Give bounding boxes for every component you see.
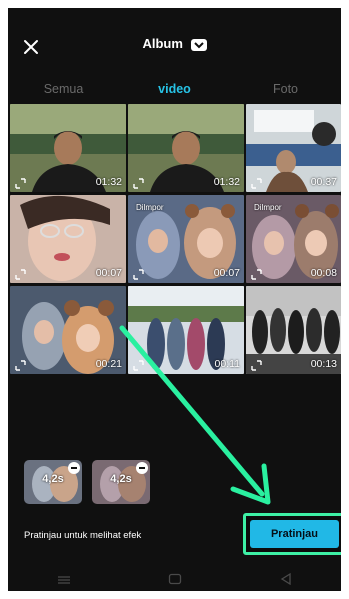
- video-thumbnail[interactable]: Dilmpor 00:08: [246, 195, 341, 283]
- menu-icon[interactable]: [57, 572, 71, 590]
- imported-tag: Dilmpor: [136, 203, 164, 212]
- video-duration: 00:08: [310, 267, 337, 279]
- home-icon[interactable]: [168, 572, 182, 590]
- preview-highlight: Pratinjau: [243, 513, 341, 555]
- clip-length: 4,2s: [42, 473, 64, 485]
- remove-icon[interactable]: [68, 462, 80, 474]
- expand-icon[interactable]: [15, 267, 26, 280]
- expand-icon[interactable]: [15, 176, 26, 189]
- video-duration: 00:11: [214, 358, 241, 370]
- expand-icon[interactable]: [251, 267, 262, 280]
- tab-semua[interactable]: Semua: [8, 74, 119, 104]
- video-duration: 01:32: [95, 176, 122, 188]
- video-thumbnail[interactable]: Dilmpor 00:07: [128, 195, 244, 283]
- phone-screen: Album Semua video Foto 01:32 01:32 00:37…: [8, 8, 341, 591]
- preview-hint: Pratinjau untuk melihat efek: [24, 530, 142, 541]
- preview-button[interactable]: Pratinjau: [250, 520, 339, 548]
- video-thumbnail[interactable]: 01:32: [10, 104, 126, 192]
- chevron-down-icon: [190, 38, 207, 51]
- video-duration: 00:07: [213, 267, 240, 279]
- video-duration: 00:07: [95, 267, 122, 279]
- expand-icon[interactable]: [133, 267, 144, 280]
- tab-foto[interactable]: Foto: [230, 74, 341, 104]
- clip-length: 4,2s: [110, 473, 132, 485]
- selected-clip[interactable]: 4,2s: [92, 460, 150, 504]
- album-selector[interactable]: Album: [8, 36, 341, 51]
- media-tabs: Semua video Foto: [8, 74, 341, 104]
- video-thumbnail[interactable]: 00:07: [10, 195, 126, 283]
- video-thumbnail[interactable]: 00:11: [128, 286, 244, 374]
- tab-video[interactable]: video: [119, 74, 230, 104]
- album-title: Album: [142, 36, 183, 51]
- video-thumbnail[interactable]: 01:32: [128, 104, 244, 192]
- remove-icon[interactable]: [136, 462, 148, 474]
- expand-icon[interactable]: [133, 358, 144, 371]
- video-duration: 00:21: [95, 358, 122, 370]
- expand-icon[interactable]: [251, 176, 262, 189]
- system-nav-bar: [8, 571, 341, 591]
- video-duration: 00:37: [310, 176, 337, 188]
- selected-clip[interactable]: 4,2s: [24, 460, 82, 504]
- video-duration: 01:32: [213, 176, 240, 188]
- top-bar: Album: [8, 28, 341, 64]
- video-thumbnail[interactable]: 00:21: [10, 286, 126, 374]
- imported-tag: Dilmpor: [254, 203, 282, 212]
- grid-empty-area: [8, 380, 341, 448]
- video-thumbnail[interactable]: 00:37: [246, 104, 341, 192]
- expand-icon[interactable]: [15, 358, 26, 371]
- media-grid: 01:32 01:32 00:37 00:07 Dilmpor 00:07 Di…: [10, 104, 341, 378]
- video-thumbnail[interactable]: 00:13: [246, 286, 341, 374]
- back-icon[interactable]: [280, 572, 292, 590]
- selected-clips: 4,2s 4,2s: [24, 460, 150, 504]
- expand-icon[interactable]: [251, 358, 262, 371]
- video-duration: 00:13: [310, 358, 337, 370]
- expand-icon[interactable]: [133, 176, 144, 189]
